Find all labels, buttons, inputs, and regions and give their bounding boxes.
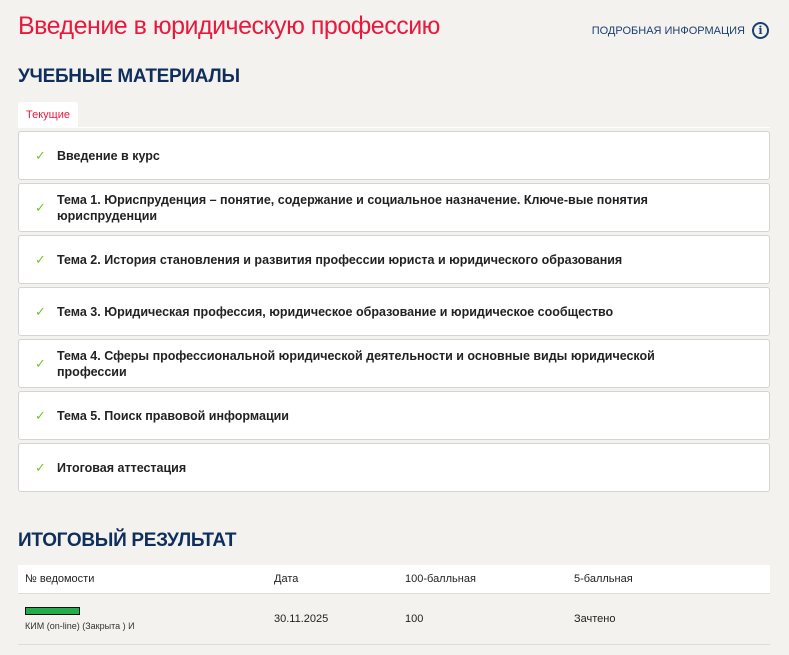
material-item-label: Итоговая аттестация bbox=[57, 460, 187, 475]
check-icon: ✓ bbox=[35, 199, 46, 215]
page-title: Введение в юридическую профессию bbox=[18, 12, 440, 40]
material-item-label: Тема 1. Юриспруденция – понятие, содержа… bbox=[57, 192, 648, 223]
material-item-label: Тема 2. История становления и развития п… bbox=[57, 252, 623, 267]
materials-heading: УЧЕБНЫЕ МАТЕРИАЛЫ bbox=[18, 66, 240, 87]
check-icon: ✓ bbox=[35, 459, 46, 475]
material-item[interactable]: ✓ Тема 5. Поиск правовой информации bbox=[18, 391, 770, 440]
tab-divider bbox=[18, 127, 770, 128]
col-sheet: № ведомости bbox=[25, 573, 95, 585]
check-icon: ✓ bbox=[35, 251, 46, 267]
date-cell: 30.11.2025 bbox=[274, 613, 329, 625]
check-icon: ✓ bbox=[35, 407, 46, 423]
info-icon: i bbox=[752, 22, 769, 39]
details-link[interactable]: ПОДРОБНАЯ ИНФОРМАЦИЯ i bbox=[592, 22, 769, 39]
result-table: № ведомости Дата 100-балльная 5-балльная… bbox=[18, 565, 770, 645]
score5-cell: Зачтено bbox=[574, 613, 616, 625]
material-item-label: Введение в курс bbox=[57, 148, 160, 163]
material-item[interactable]: ✓ Введение в курс bbox=[18, 131, 770, 180]
material-item-label: Тема 5. Поиск правовой информации bbox=[57, 408, 289, 423]
material-item[interactable]: ✓ Тема 2. История становления и развития … bbox=[18, 235, 770, 284]
result-heading: ИТОГОВЫЙ РЕЗУЛЬТАТ bbox=[18, 530, 237, 551]
col-date: Дата bbox=[274, 573, 299, 585]
material-item[interactable]: ✓ Тема 3. Юридическая профессия, юридичес… bbox=[18, 287, 770, 336]
progress-bar bbox=[25, 607, 80, 615]
check-icon: ✓ bbox=[35, 355, 46, 371]
table-row: КИМ (on-line) (Закрыта ) И 30.11.2025 10… bbox=[18, 594, 770, 645]
table-header: № ведомости Дата 100-балльная 5-балльная bbox=[18, 565, 770, 594]
score100-cell: 100 bbox=[405, 613, 424, 625]
details-link-label: ПОДРОБНАЯ ИНФОРМАЦИЯ bbox=[591, 24, 745, 37]
tab-current[interactable]: Текущие bbox=[18, 102, 78, 128]
col-score5: 5-балльная bbox=[574, 573, 633, 585]
materials-list: (function(){ const d=JSON.parse(document… bbox=[18, 131, 770, 495]
material-item[interactable]: ✓ Тема 1. Юриспруденция – понятие, содерж… bbox=[18, 183, 770, 232]
check-icon: ✓ bbox=[35, 147, 46, 163]
sheet-name: КИМ (on-line) (Закрыта ) И bbox=[25, 621, 135, 631]
material-item[interactable]: ✓ Итоговая аттестация bbox=[18, 443, 770, 492]
check-icon: ✓ bbox=[35, 303, 46, 319]
col-score100: 100-балльная bbox=[405, 573, 476, 585]
material-item-label: Тема 4. Сферы профессиональной юридическ… bbox=[57, 348, 655, 379]
material-item-label: Тема 3. Юридическая профессия, юридическ… bbox=[57, 304, 614, 319]
material-item[interactable]: ✓ Тема 4. Сферы профессиональной юридичес… bbox=[18, 339, 770, 388]
